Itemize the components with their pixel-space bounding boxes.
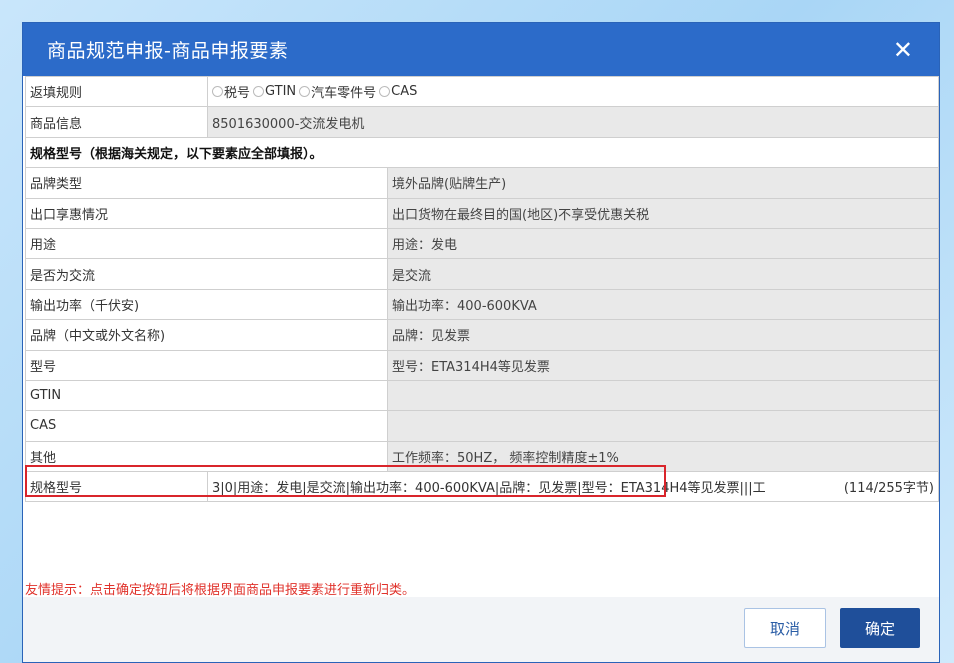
element-value-field[interactable]: 出口货物在最终目的国(地区)不享受优惠关税 (386, 197, 939, 229)
fill-rule-options: 税号 GTIN 汽车零件号 CAS (206, 75, 939, 108)
element-value-field[interactable] (386, 410, 939, 442)
cancel-button[interactable]: 取消 (744, 608, 826, 648)
element-label: 其他 (25, 440, 388, 473)
element-row: 出口享惠情况 出口货物在最终目的国(地区)不享受优惠关税 (25, 197, 939, 229)
product-info-label: 商品信息 (25, 106, 208, 138)
element-row: 其他 工作频率：50HZ， 频率控制精度±1% (25, 440, 939, 473)
spec-model-field[interactable]: 3|0|用途：发电|是交流|输出功率：400-600KVA|品牌：见发票|型号：… (212, 477, 834, 496)
element-label: 型号 (25, 349, 388, 381)
element-label: 品牌（中文或外文名称) (25, 319, 388, 351)
element-value-field[interactable]: 是交流 (386, 258, 939, 290)
element-label: 是否为交流 (25, 258, 388, 290)
hint-text: 友情提示：点击确定按钮后将根据界面商品申报要素进行重新归类。 (25, 583, 416, 598)
confirm-button[interactable]: 确定 (840, 608, 920, 648)
dialog-content: 返填规则 税号 GTIN 汽车零件号 CAS 商品信息 8501630000-交… (23, 75, 939, 598)
element-label: CAS (25, 410, 388, 442)
element-label: 品牌类型 (25, 167, 388, 199)
product-info-row: 商品信息 8501630000-交流发电机 (25, 106, 939, 138)
radio-auto-part[interactable]: 汽车零件号 (299, 82, 376, 101)
fill-rule-label: 返填规则 (25, 75, 208, 108)
radio-icon[interactable] (379, 86, 391, 98)
dialog-titlebar: 商品规范申报-商品申报要素 ✕ (23, 23, 939, 76)
element-label: 输出功率（千伏安) (25, 288, 388, 321)
element-value-field[interactable]: 用途：发电 (386, 227, 939, 260)
close-icon[interactable]: ✕ (893, 38, 913, 62)
element-row: 品牌（中文或外文名称) 品牌：见发票 (25, 319, 939, 351)
spec-model-row: 规格型号 3|0|用途：发电|是交流|输出功率：400-600KVA|品牌：见发… (25, 471, 939, 503)
byte-count: (114/255字节) (843, 481, 935, 497)
element-label: 出口享惠情况 (25, 197, 388, 229)
element-row: GTIN (25, 379, 939, 412)
element-label: 用途 (25, 227, 388, 260)
element-row: 型号 型号：ETA314H4等见发票 (25, 349, 939, 381)
element-value-field[interactable] (386, 379, 939, 412)
element-value-field[interactable]: 输出功率：400-600KVA (386, 288, 939, 321)
radio-gtin[interactable]: GTIN (253, 84, 296, 99)
fill-rule-row: 返填规则 税号 GTIN 汽车零件号 CAS (25, 75, 939, 108)
element-value-field[interactable]: 型号：ETA314H4等见发票 (386, 349, 939, 381)
dialog-footer: 取消 确定 (23, 597, 939, 662)
element-row: 输出功率（千伏安) 输出功率：400-600KVA (25, 288, 939, 321)
radio-icon[interactable] (299, 86, 311, 98)
product-info-value: 8501630000-交流发电机 (206, 106, 939, 138)
radio-hs-code[interactable]: 税号 (212, 82, 250, 101)
radio-icon[interactable] (253, 86, 265, 98)
element-row: CAS (25, 410, 939, 442)
section-header: 规格型号（根据海关规定，以下要素应全部填报）。 (24, 136, 939, 169)
element-value-field[interactable]: 境外品牌(贴牌生产) (386, 167, 939, 199)
spec-model-cell: 3|0|用途：发电|是交流|输出功率：400-600KVA|品牌：见发票|型号：… (206, 471, 939, 503)
declaration-table: 返填规则 税号 GTIN 汽车零件号 CAS 商品信息 8501630000-交… (24, 75, 939, 503)
element-value-field[interactable]: 工作频率：50HZ， 频率控制精度±1% (386, 440, 939, 473)
element-row: 用途 用途：发电 (25, 227, 939, 260)
declaration-dialog: 商品规范申报-商品申报要素 ✕ 返填规则 税号 GTIN 汽车零件号 CAS 商… (22, 22, 940, 663)
spec-model-label: 规格型号 (25, 471, 208, 503)
section-header-row: 规格型号（根据海关规定，以下要素应全部填报）。 (24, 136, 939, 169)
element-label: GTIN (25, 379, 388, 412)
dialog-title: 商品规范申报-商品申报要素 (47, 40, 289, 62)
radio-cas[interactable]: CAS (379, 84, 417, 99)
element-row: 是否为交流 是交流 (25, 258, 939, 290)
element-row: 品牌类型 境外品牌(贴牌生产) (25, 167, 939, 199)
radio-icon[interactable] (212, 86, 223, 98)
element-value-field[interactable]: 品牌：见发票 (386, 319, 939, 351)
